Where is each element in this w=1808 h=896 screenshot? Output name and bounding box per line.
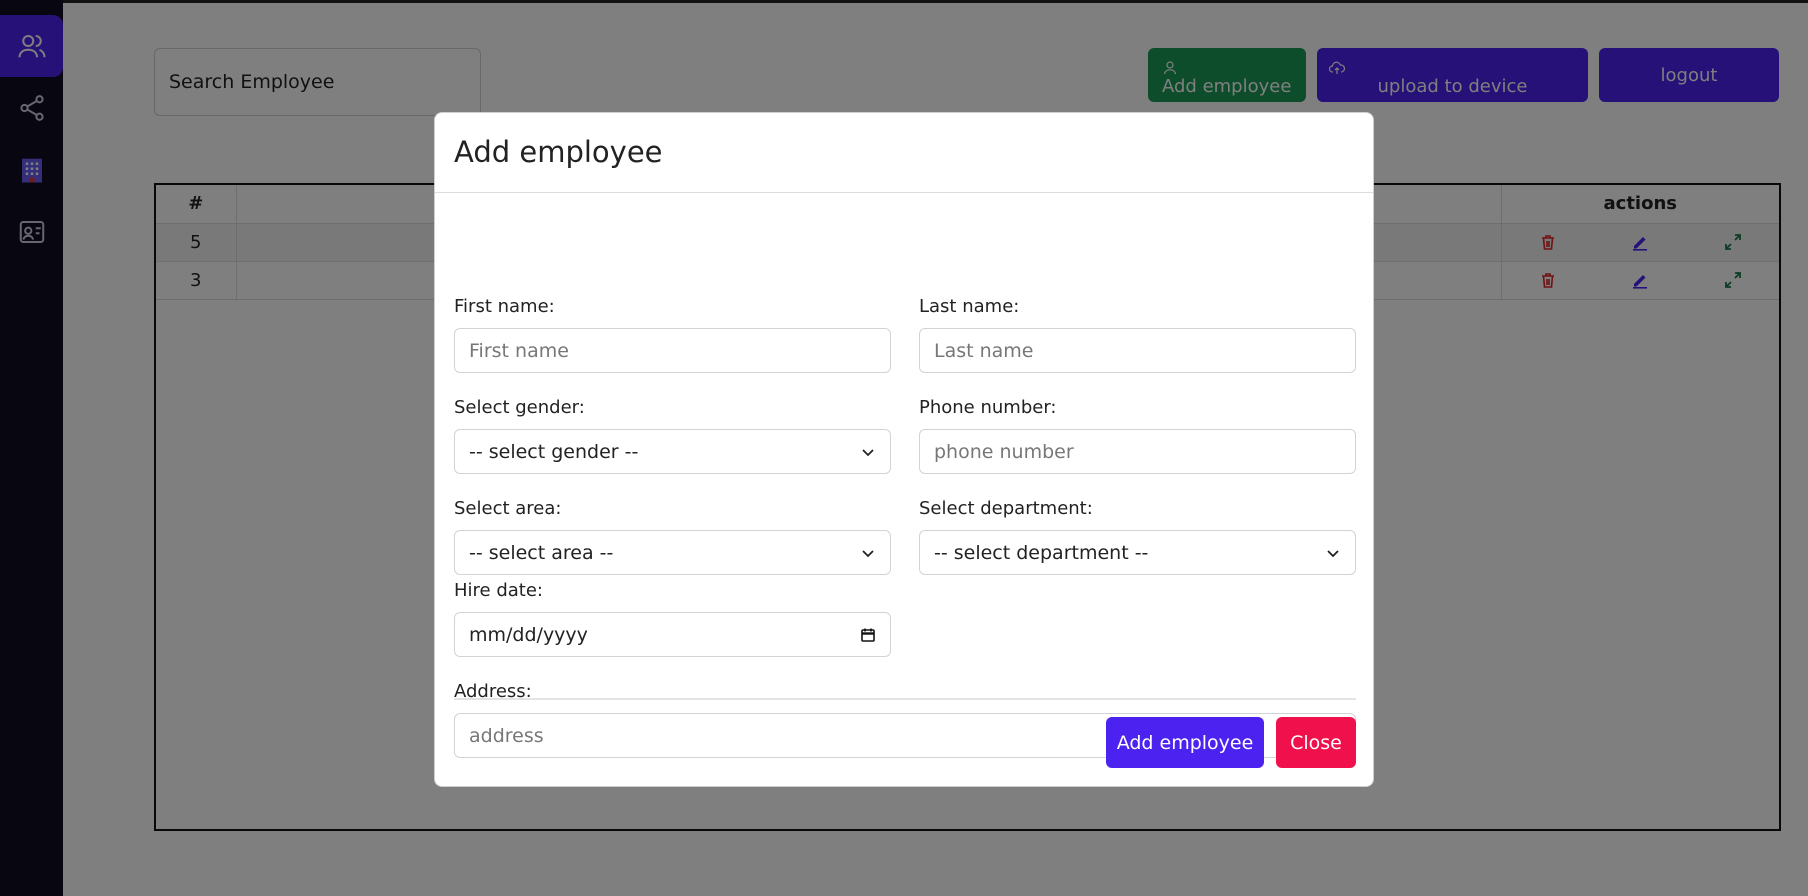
department-select[interactable]: -- select department -- <box>919 530 1356 575</box>
calendar-icon[interactable] <box>860 627 876 643</box>
submit-add-employee-button[interactable]: Add employee <box>1106 717 1264 768</box>
modal-title: Add employee <box>454 135 663 169</box>
hire-date-value: mm/dd/yyyy <box>469 623 588 646</box>
gender-selected-value: -- select gender -- <box>469 440 639 463</box>
hire-date-label: Hire date: <box>454 580 543 601</box>
area-select[interactable]: -- select area -- <box>454 530 891 575</box>
last-name-label: Last name: <box>919 296 1020 317</box>
first-name-label: First name: <box>454 296 555 317</box>
modal-divider <box>454 698 1356 700</box>
phone-label: Phone number: <box>919 397 1057 418</box>
first-name-input[interactable]: First name <box>454 328 891 373</box>
area-label: Select area: <box>454 498 562 519</box>
phone-group: Phone number: phone number <box>919 397 1356 474</box>
address-placeholder: address <box>469 724 544 747</box>
hire-date-input[interactable]: mm/dd/yyyy <box>454 612 891 657</box>
chevron-down-icon <box>862 549 874 557</box>
area-group: Select area: -- select area -- <box>454 498 891 575</box>
add-employee-modal: Add employee First name: First name Last… <box>434 112 1374 787</box>
department-label: Select department: <box>919 498 1093 519</box>
hire-date-group: Hire date: mm/dd/yyyy <box>454 580 891 657</box>
area-selected-value: -- select area -- <box>469 541 614 564</box>
first-name-placeholder: First name <box>469 339 569 362</box>
phone-placeholder: phone number <box>934 440 1074 463</box>
first-name-group: First name: First name <box>454 296 891 373</box>
close-modal-button[interactable]: Close <box>1276 717 1356 768</box>
last-name-input[interactable]: Last name <box>919 328 1356 373</box>
last-name-group: Last name: Last name <box>919 296 1356 373</box>
chevron-down-icon <box>862 448 874 456</box>
department-selected-value: -- select department -- <box>934 541 1149 564</box>
gender-group: Select gender: -- select gender -- <box>454 397 891 474</box>
chevron-down-icon <box>1327 549 1339 557</box>
modal-header: Add employee <box>435 113 1373 193</box>
last-name-placeholder: Last name <box>934 339 1034 362</box>
phone-input[interactable]: phone number <box>919 429 1356 474</box>
gender-label: Select gender: <box>454 397 585 418</box>
department-group: Select department: -- select department … <box>919 498 1356 575</box>
gender-select[interactable]: -- select gender -- <box>454 429 891 474</box>
